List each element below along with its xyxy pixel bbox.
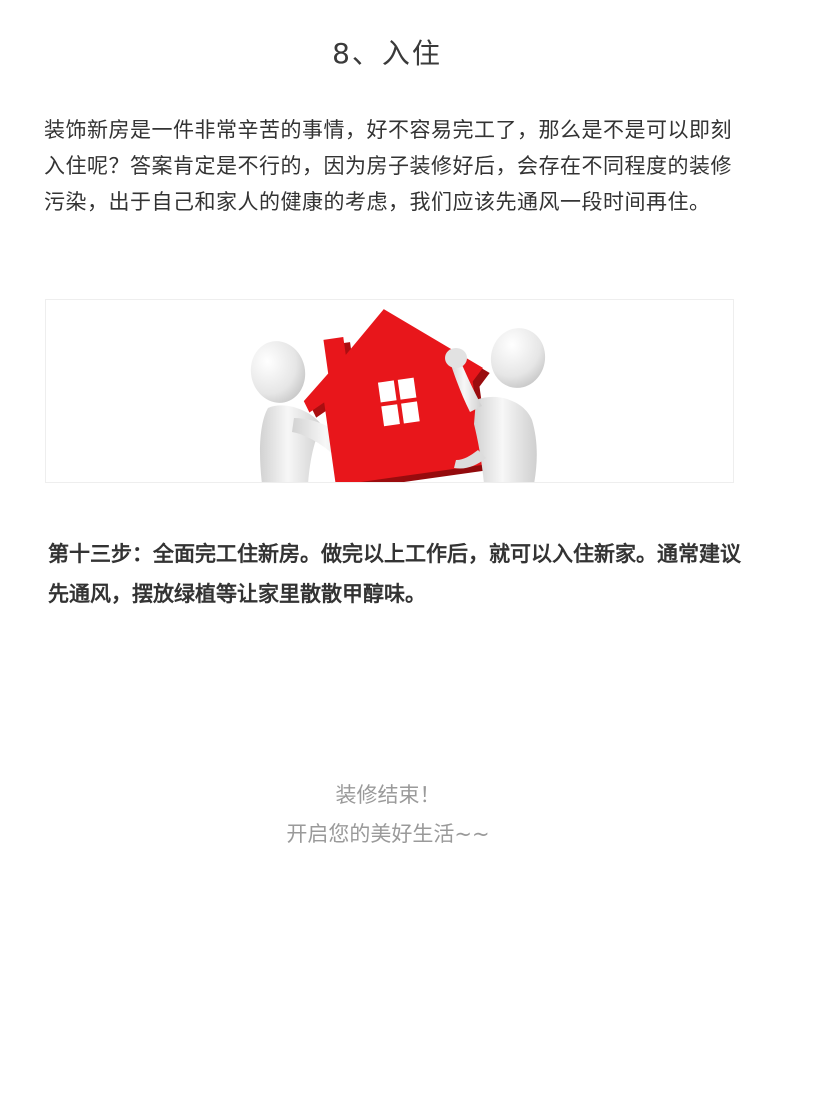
section-title: 8、入住	[332, 37, 442, 70]
house-icon	[250, 309, 546, 482]
closing-line-1: 装修结束！	[335, 783, 441, 807]
step-thirteen-text: 第十三步：全面完工住新房。做完以上工作后，就可以入住新家。通常建议先通风，摆放绿…	[48, 542, 741, 606]
intro-paragraph: 装饰新房是一件非常辛苦的事情，好不容易完工了，那么是不是可以即刻入住呢？答案肯定…	[44, 118, 732, 214]
move-in-illustration	[45, 299, 734, 483]
closing-message: 装修结束！ 开启您的美好生活~~	[0, 776, 776, 854]
closing-line-2: 开启您的美好生活~~	[286, 822, 490, 846]
